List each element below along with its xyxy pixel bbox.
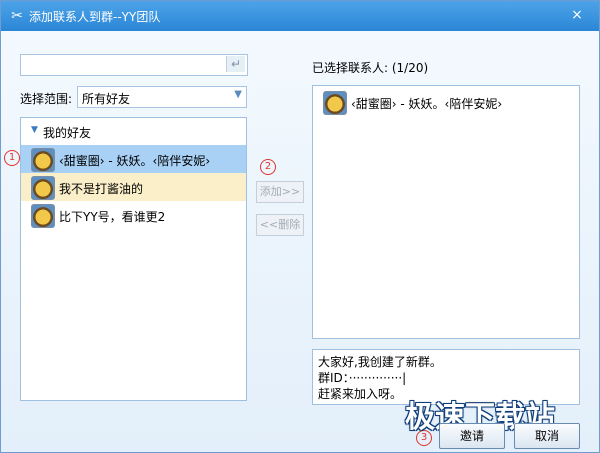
close-button[interactable]: × xyxy=(567,5,587,25)
chevron-down-icon: ▼ xyxy=(234,89,242,100)
message-line: 赶紧来加入呀。 xyxy=(318,387,403,401)
search-input[interactable] xyxy=(23,56,227,74)
avatar xyxy=(31,148,55,172)
cancel-button[interactable]: 取消 xyxy=(514,423,580,449)
friend-name: 比下YY号，看谁更2 xyxy=(59,210,166,224)
remove-button[interactable]: <<删除 xyxy=(256,214,304,236)
friend-row[interactable]: 我不是打酱油的 xyxy=(21,173,246,201)
add-button[interactable]: 添加>> xyxy=(256,181,304,203)
friend-name: 我不是打酱油的 xyxy=(59,182,144,196)
scope-value: 所有好友 xyxy=(82,92,131,106)
avatar xyxy=(323,91,347,115)
avatar xyxy=(31,204,55,228)
app-icon: ✂ xyxy=(11,8,23,24)
title-bar[interactable]: ✂ 添加联系人到群--YY团队 × xyxy=(1,1,599,31)
expand-triangle-icon: ▼ xyxy=(31,125,38,135)
friend-row[interactable]: 比下YY号，看谁更2 xyxy=(21,201,246,229)
search-box: ↵ xyxy=(20,54,248,76)
friends-list[interactable]: ▼ 我的好友 ‹甜蜜圈› - 妖妖。‹陪伴安妮› 我不是打酱油的 比下YY号，看… xyxy=(20,117,247,401)
step-marker-1: 1 xyxy=(4,150,20,166)
enter-icon[interactable]: ↵ xyxy=(226,56,245,72)
scope-dropdown[interactable]: 所有好友 ▼ xyxy=(77,86,247,108)
invite-button[interactable]: 邀请 xyxy=(439,423,505,449)
selected-count-label: 已选择联系人: (1/20) xyxy=(312,61,429,75)
scope-label: 选择范围: xyxy=(20,92,73,106)
avatar xyxy=(31,176,55,200)
friend-name: ‹甜蜜圈› - 妖妖。‹陪伴安妮› xyxy=(59,154,211,168)
selected-contact-name: ‹甜蜜圈› - 妖妖。‹陪伴安妮› xyxy=(351,97,503,111)
friend-group-label: 我的好友 xyxy=(43,126,92,140)
message-line: 大家好,我创建了新群。 xyxy=(318,355,442,369)
selected-contacts-list[interactable]: ‹甜蜜圈› - 妖妖。‹陪伴安妮› xyxy=(312,85,580,339)
step-marker-2: 2 xyxy=(260,159,276,175)
window-title: 添加联系人到群--YY团队 xyxy=(29,10,161,24)
message-line: 群ID：··············| xyxy=(318,371,407,385)
friend-group-header[interactable]: ▼ 我的好友 xyxy=(21,118,246,144)
friend-row[interactable]: ‹甜蜜圈› - 妖妖。‹陪伴安妮› xyxy=(21,145,246,173)
selected-contact-row[interactable]: ‹甜蜜圈› - 妖妖。‹陪伴安妮› xyxy=(313,88,579,116)
